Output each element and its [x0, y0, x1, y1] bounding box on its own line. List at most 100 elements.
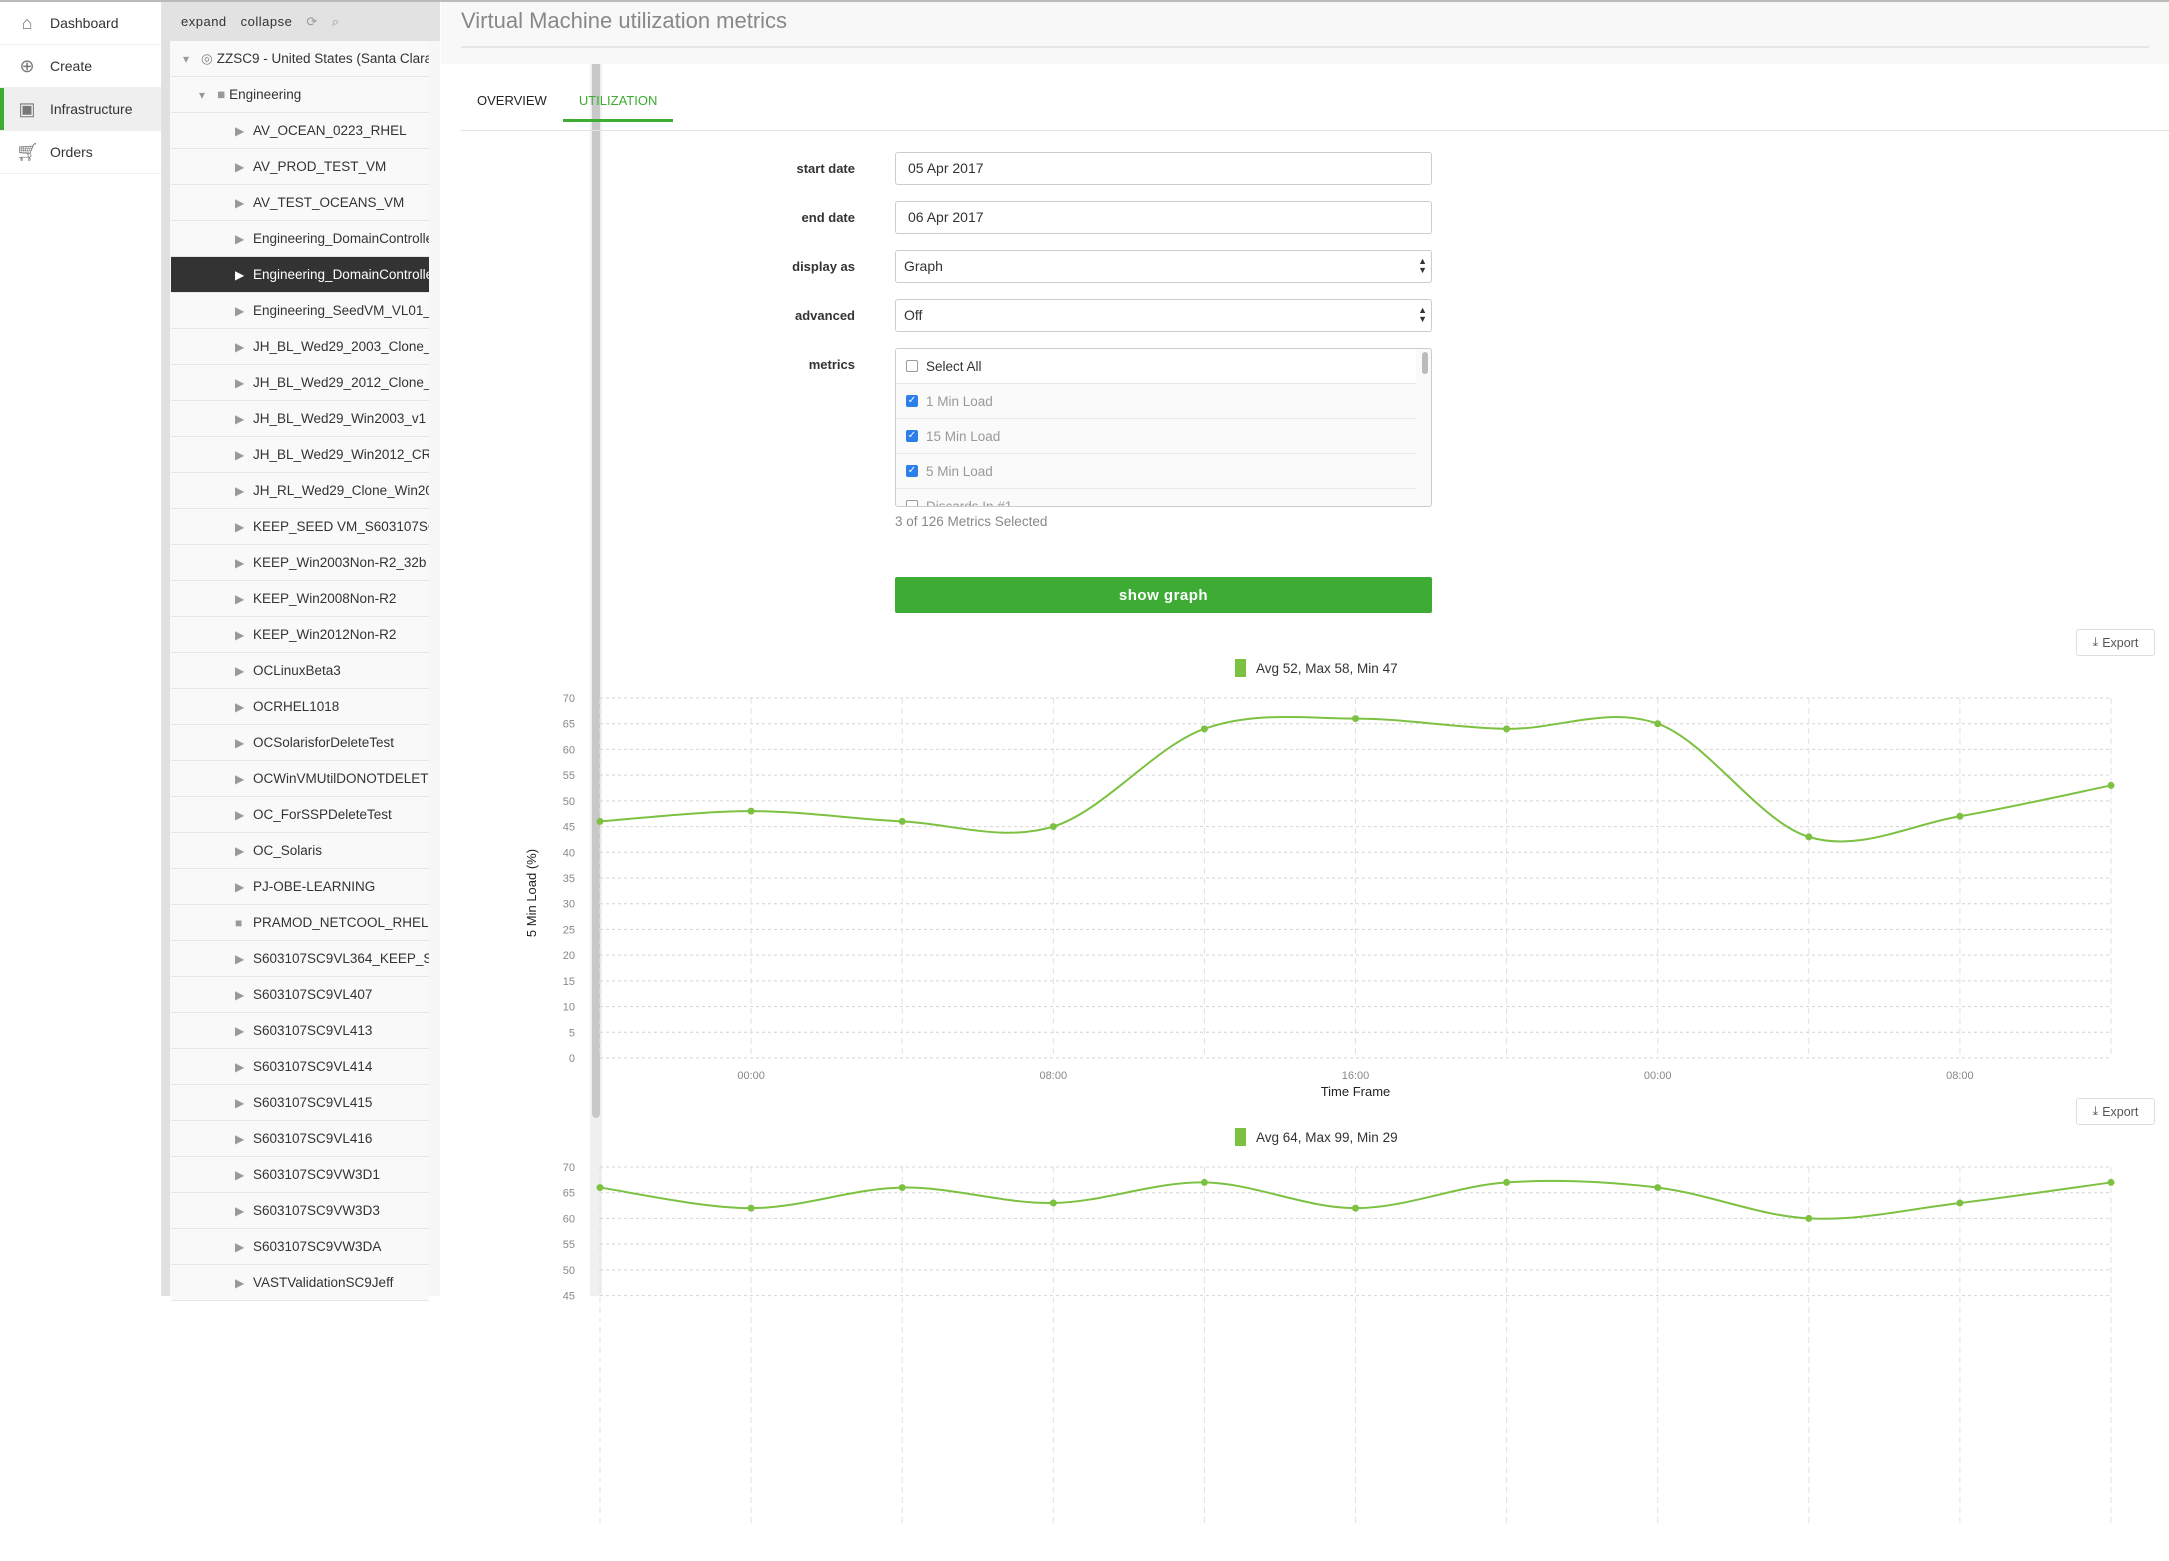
checkbox[interactable]	[906, 500, 918, 506]
collapse-button[interactable]: collapse	[241, 14, 293, 29]
tree-item[interactable]: ▶ S603107SC9VW3D3	[171, 1193, 429, 1229]
tree-item[interactable]: ▶ PJ-OBE-LEARNING	[171, 869, 429, 905]
tree-item[interactable]: ▶ VASTValidationSC9Jeff	[171, 1265, 429, 1301]
expand-arrow-icon[interactable]: ▶	[235, 520, 253, 534]
tree-item[interactable]: ▶ S603107SC9VW3D1	[171, 1157, 429, 1193]
expand-arrow-icon[interactable]: ▶	[235, 268, 253, 282]
expand-arrow-icon[interactable]: ▶	[235, 304, 253, 318]
expand-arrow-icon[interactable]: ▶	[235, 664, 253, 678]
tree-item[interactable]: ▶ OC_Solaris	[171, 833, 429, 869]
expand-arrow-icon[interactable]: ▶	[235, 700, 253, 714]
metric-option[interactable]: Discards In #1	[896, 489, 1416, 506]
expand-arrow-icon[interactable]: ▶	[235, 1024, 253, 1038]
expand-arrow-icon[interactable]: ▶	[235, 988, 253, 1002]
nav-infrastructure[interactable]: ▣ Infrastructure	[0, 88, 161, 131]
tree-item[interactable]: ▶ JH_BL_Wed29_2003_Clone_	[171, 329, 429, 365]
tree-item[interactable]: ▶ AV_OCEAN_0223_RHEL	[171, 113, 429, 149]
tree-item[interactable]: ▶ OCSolarisforDeleteTest	[171, 725, 429, 761]
expand-arrow-icon[interactable]: ▶	[235, 340, 253, 354]
tree-item[interactable]: ▶ Engineering_SeedVM_VL01_	[171, 293, 429, 329]
expand-arrow-icon[interactable]: ▶	[235, 124, 253, 138]
nav-dashboard[interactable]: ⌂ Dashboard	[0, 2, 161, 45]
expand-arrow-icon[interactable]: ▶	[235, 232, 253, 246]
tree-item[interactable]: ▶ S603107SC9VL364_KEEP_S	[171, 941, 429, 977]
expand-arrow-icon[interactable]: ▶	[235, 808, 253, 822]
tree-item[interactable]: ▶ S603107SC9VL415	[171, 1085, 429, 1121]
expand-arrow-icon[interactable]: ▶	[235, 772, 253, 786]
tree-item[interactable]: ▶ Engineering_DomainController	[171, 257, 429, 293]
end-date-input[interactable]: 06 Apr 2017	[895, 201, 1432, 234]
expand-arrow-icon[interactable]: ▶	[235, 412, 253, 426]
tree-folder-engineering[interactable]: ▾ ■ Engineering	[171, 77, 429, 113]
tree-item[interactable]: ▶ KEEP_Win2003Non-R2_32b	[171, 545, 429, 581]
export-button[interactable]: ⤓ Export	[2076, 629, 2155, 656]
tree-item[interactable]: ▶ S603107SC9VL413	[171, 1013, 429, 1049]
tree-item[interactable]: ▶ Engineering_DomainController	[171, 221, 429, 257]
tree-item[interactable]: ▶ OCRHEL1018	[171, 689, 429, 725]
caret-down-icon[interactable]: ▾	[199, 88, 217, 102]
metric-option[interactable]: Select All	[896, 349, 1416, 384]
metric-option[interactable]: ✓ 1 Min Load	[896, 384, 1416, 419]
show-graph-button[interactable]: show graph	[895, 577, 1432, 613]
expand-arrow-icon[interactable]: ▶	[235, 448, 253, 462]
chart-legend[interactable]: Avg 52, Max 58, Min 47	[1235, 659, 1398, 677]
checkbox[interactable]: ✓	[906, 395, 918, 407]
tree-item[interactable]: ▶ OCWinVMUtilDONOTDELETE	[171, 761, 429, 797]
advanced-select[interactable]: Off ▲ ▼	[895, 299, 1432, 332]
metrics-list[interactable]: Select All ✓ 1 Min Load ✓ 15 Min Load ✓ 5 Min …	[895, 348, 1432, 507]
tree-root[interactable]: ▾ ◎ ZZSC9 - United States (Santa Clara)	[171, 41, 429, 77]
tree-item[interactable]: ▶ S603107SC9VL416	[171, 1121, 429, 1157]
checkbox[interactable]	[906, 360, 918, 372]
nav-orders[interactable]: 🛒︎ Orders	[0, 131, 161, 174]
metric-option[interactable]: ✓ 5 Min Load	[896, 454, 1416, 489]
start-date-input[interactable]: 05 Apr 2017	[895, 152, 1432, 185]
display-as-select[interactable]: Graph ▲ ▼	[895, 250, 1432, 283]
tree-item[interactable]: ■ PRAMOD_NETCOOL_RHEL	[171, 905, 429, 941]
expand-arrow-icon[interactable]: ▶	[235, 1132, 253, 1146]
vm-stopped-icon[interactable]: ■	[235, 916, 253, 930]
tree-item[interactable]: ▶ AV_PROD_TEST_VM	[171, 149, 429, 185]
expand-arrow-icon[interactable]: ▶	[235, 376, 253, 390]
expand-arrow-icon[interactable]: ▶	[235, 952, 253, 966]
search-icon[interactable]: ⌕	[332, 14, 340, 30]
expand-arrow-icon[interactable]: ▶	[235, 556, 253, 570]
expand-arrow-icon[interactable]: ▶	[235, 1096, 253, 1110]
metric-option[interactable]: ✓ 15 Min Load	[896, 419, 1416, 454]
expand-arrow-icon[interactable]: ▶	[235, 592, 253, 606]
tree-item[interactable]: ▶ JH_RL_Wed29_Clone_Win20	[171, 473, 429, 509]
expand-arrow-icon[interactable]: ▶	[235, 484, 253, 498]
export-button[interactable]: ⤓ Export	[2076, 1098, 2155, 1125]
checkbox[interactable]: ✓	[906, 465, 918, 477]
tab-overview[interactable]: OVERVIEW	[461, 82, 563, 122]
tree-item[interactable]: ▶ KEEP_Win2012Non-R2	[171, 617, 429, 653]
expand-arrow-icon[interactable]: ▶	[235, 628, 253, 642]
tree-item[interactable]: ▶ OCLinuxBeta3	[171, 653, 429, 689]
expand-arrow-icon[interactable]: ▶	[235, 1276, 253, 1290]
tree-item[interactable]: ▶ JH_BL_Wed29_Win2003_v1	[171, 401, 429, 437]
expand-arrow-icon[interactable]: ▶	[235, 844, 253, 858]
tree-item[interactable]: ▶ KEEP_SEED VM_S603107SC	[171, 509, 429, 545]
checkbox[interactable]: ✓	[906, 430, 918, 442]
expand-arrow-icon[interactable]: ▶	[235, 196, 253, 210]
tree-item[interactable]: ▶ AV_TEST_OCEANS_VM	[171, 185, 429, 221]
metrics-scrollbar[interactable]	[1422, 352, 1428, 374]
tab-utilization[interactable]: UTILIZATION	[562, 82, 674, 122]
expand-arrow-icon[interactable]: ▶	[235, 880, 253, 894]
expand-arrow-icon[interactable]: ▶	[235, 160, 253, 174]
expand-arrow-icon[interactable]: ▶	[235, 736, 253, 750]
tree-item[interactable]: ▶ S603107SC9VW3DA	[171, 1229, 429, 1265]
expand-button[interactable]: expand	[181, 14, 227, 29]
expand-arrow-icon[interactable]: ▶	[235, 1240, 253, 1254]
nav-create[interactable]: ⊕ Create	[0, 45, 161, 88]
chart-legend[interactable]: Avg 64, Max 99, Min 29	[1235, 1128, 1398, 1146]
refresh-icon[interactable]: ⟳	[306, 14, 317, 30]
expand-arrow-icon[interactable]: ▶	[235, 1168, 253, 1182]
expand-arrow-icon[interactable]: ▶	[235, 1204, 253, 1218]
caret-down-icon[interactable]: ▾	[183, 52, 201, 66]
tree-item[interactable]: ▶ OC_ForSSPDeleteTest	[171, 797, 429, 833]
expand-arrow-icon[interactable]: ▶	[235, 1060, 253, 1074]
tree-item[interactable]: ▶ JH_BL_Wed29_2012_Clone_	[171, 365, 429, 401]
tree-item[interactable]: ▶ KEEP_Win2008Non-R2	[171, 581, 429, 617]
tree-item[interactable]: ▶ S603107SC9VL407	[171, 977, 429, 1013]
tree-item[interactable]: ▶ S603107SC9VL414	[171, 1049, 429, 1085]
